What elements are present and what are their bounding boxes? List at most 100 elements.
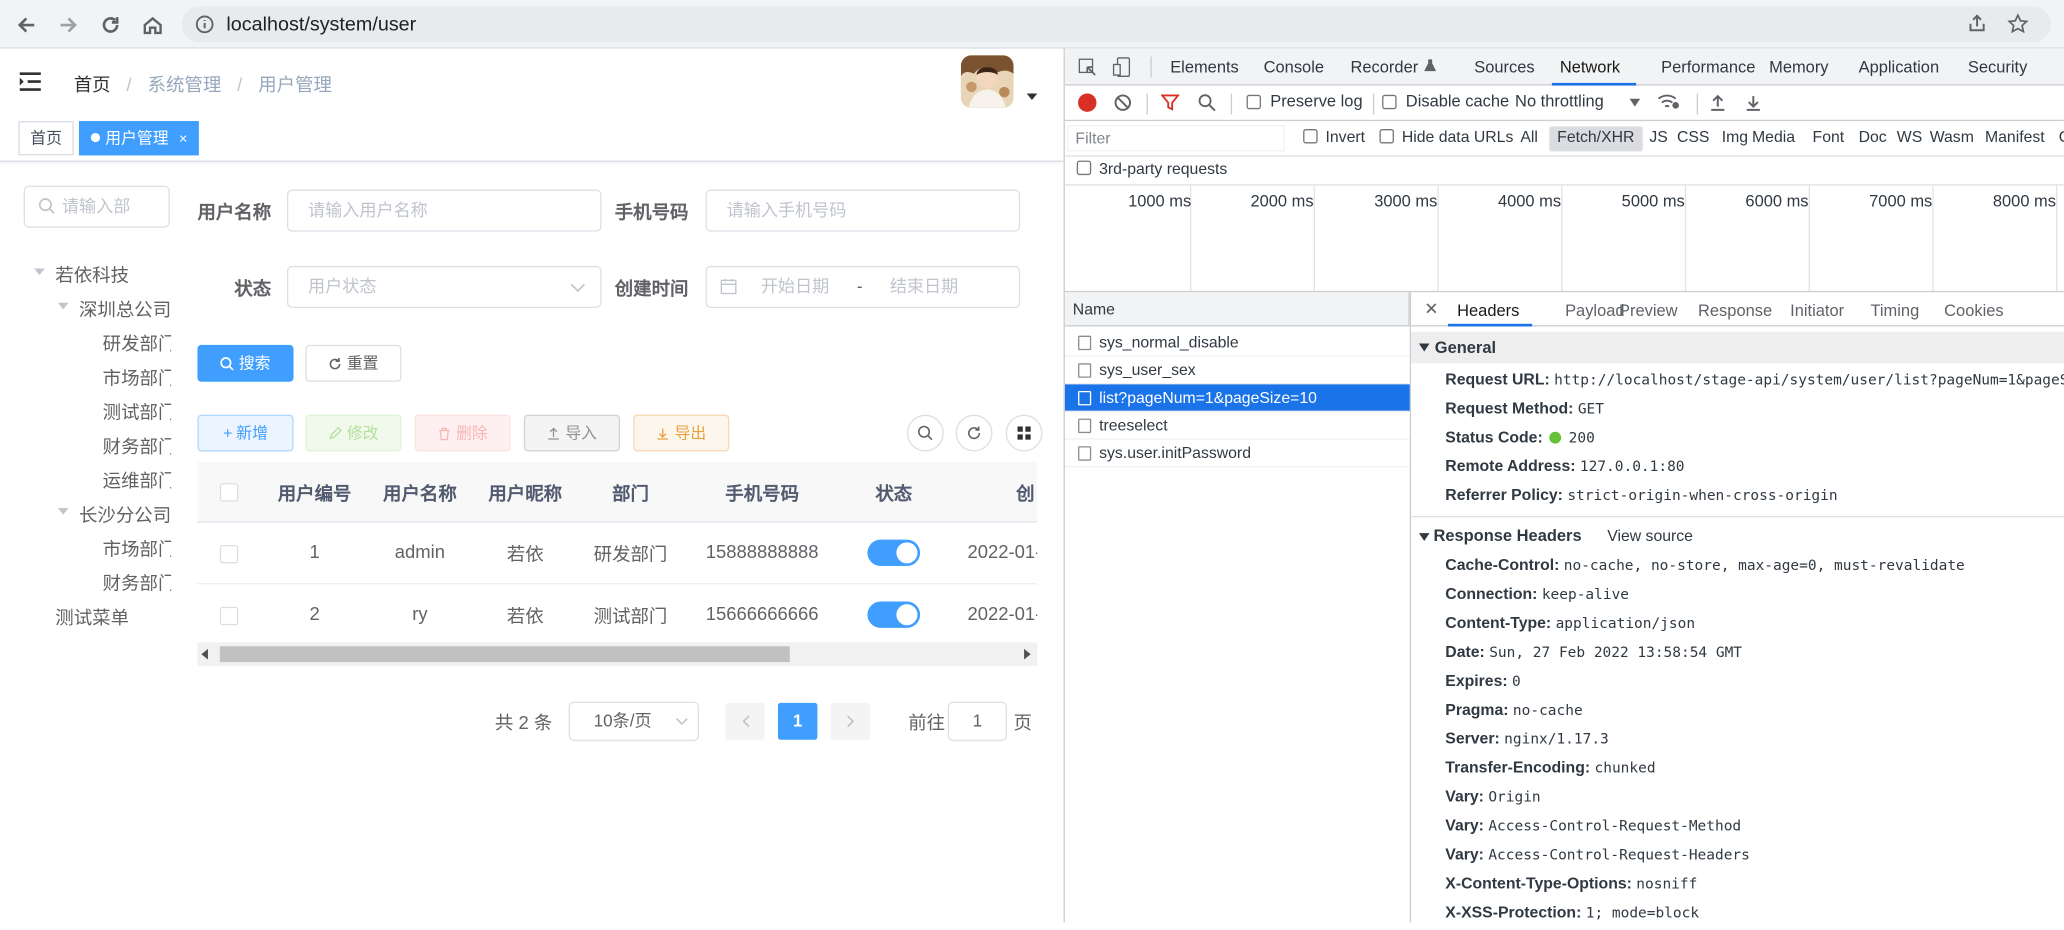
status-switch[interactable] [867, 601, 921, 628]
tree-node[interactable]: 深圳总公司 [79, 296, 171, 322]
tab-performance[interactable]: Performance [1661, 58, 1755, 76]
tree-node[interactable]: 若依科技 [55, 262, 129, 288]
search-button[interactable]: 搜索 [197, 344, 294, 382]
page-number-current[interactable]: 1 [777, 702, 818, 740]
device-toolbar-icon[interactable] [1112, 57, 1132, 78]
filter-media[interactable]: Media [1752, 128, 1795, 146]
scroll-left-icon[interactable] [201, 648, 209, 660]
toggle-search-button[interactable] [906, 414, 944, 452]
tab-network[interactable]: Network [1560, 58, 1620, 76]
filter-icon[interactable] [1160, 93, 1180, 111]
request-row[interactable]: sys_normal_disable [1064, 329, 1410, 357]
avatar[interactable] [960, 55, 1014, 108]
address-bar[interactable]: localhost/system/user [181, 6, 2051, 43]
caret-down-icon[interactable] [1629, 98, 1641, 107]
start-date-placeholder[interactable]: 开始日期 [761, 267, 829, 306]
scrollbar-thumb[interactable] [219, 646, 790, 663]
scroll-right-icon[interactable] [1023, 648, 1031, 660]
end-date-placeholder[interactable]: 结束日期 [890, 267, 958, 306]
next-page-button[interactable] [830, 702, 871, 740]
record-icon[interactable] [1078, 93, 1097, 112]
response-headers-section-header[interactable]: Response Headers View source [1411, 524, 2064, 550]
tab-timing[interactable]: Timing [1870, 301, 1919, 319]
third-party-checkbox[interactable] [1076, 160, 1092, 176]
invert-checkbox[interactable] [1303, 128, 1318, 144]
filter-all[interactable]: All [1520, 128, 1538, 146]
page-size-select[interactable]: 10条/页 [568, 701, 699, 742]
request-row[interactable]: sys.user.initPassword [1064, 440, 1410, 468]
tree-node[interactable]: 测试部门 [103, 399, 171, 425]
general-section-header[interactable]: General [1411, 331, 2064, 364]
tab-elements[interactable]: Elements [1170, 58, 1239, 76]
throttling-select[interactable]: No throttling [1515, 92, 1604, 110]
name-column-header[interactable]: Name [1073, 300, 1115, 318]
filter-fetch-xhr[interactable]: Fetch/XHR [1557, 128, 1634, 146]
status-select[interactable]: 用户状态 [286, 265, 602, 309]
tree-node[interactable]: 财务部门 [103, 570, 171, 596]
bookmark-star-icon[interactable] [2007, 13, 2029, 34]
tree-caret-icon[interactable] [57, 302, 69, 310]
goto-page-input[interactable]: 1 [947, 701, 1007, 742]
tab-cookies[interactable]: Cookies [1944, 301, 2003, 319]
tree-node[interactable]: 市场部门 [103, 536, 171, 562]
forward-icon[interactable] [53, 9, 85, 41]
tab-security[interactable]: Security [1968, 58, 2027, 76]
tab-payload[interactable]: Payload [1565, 301, 1624, 319]
tree-caret-icon[interactable] [57, 508, 69, 515]
close-icon[interactable]: ✕ [1424, 299, 1438, 320]
share-icon[interactable] [1967, 13, 1988, 34]
disable-cache-checkbox[interactable] [1382, 94, 1397, 110]
tree-node[interactable]: 长沙分公司 [79, 502, 171, 528]
tab-application[interactable]: Application [1859, 58, 1940, 76]
refresh-button[interactable] [955, 414, 993, 452]
tree-caret-icon[interactable] [34, 268, 45, 276]
tab-memory[interactable]: Memory [1769, 58, 1828, 76]
tab-console[interactable]: Console [1264, 58, 1324, 76]
tree-node[interactable]: 研发部门 [103, 330, 171, 356]
tree-node[interactable]: 运维部门 [103, 467, 171, 493]
caret-down-icon[interactable] [1026, 93, 1038, 101]
filter-wasm[interactable]: Wasm [1930, 128, 1974, 146]
tab-response[interactable]: Response [1698, 301, 1772, 319]
import-har-icon[interactable] [1710, 93, 1726, 111]
hamburger-icon[interactable] [18, 71, 42, 92]
preserve-log-checkbox[interactable] [1246, 94, 1262, 110]
columns-button[interactable] [1005, 414, 1043, 452]
breadcrumb-system[interactable]: 系统管理 [148, 74, 222, 95]
tab-sources[interactable]: Sources [1474, 58, 1534, 76]
filter-doc[interactable]: Doc [1859, 128, 1887, 146]
request-row[interactable]: treeselect [1064, 412, 1410, 440]
reset-button[interactable]: 重置 [305, 344, 402, 382]
hide-data-urls-checkbox[interactable] [1379, 128, 1394, 144]
import-button[interactable]: 导入 [523, 414, 620, 452]
view-source-link[interactable]: View source [1607, 527, 1693, 545]
reload-icon[interactable] [95, 9, 127, 41]
dept-search-input[interactable]: 请输入部 [23, 185, 170, 228]
add-button[interactable]: + 新增 [197, 414, 294, 452]
tab-initiator[interactable]: Initiator [1790, 301, 1844, 319]
inspect-icon[interactable] [1078, 58, 1098, 78]
search-icon[interactable] [1198, 93, 1216, 112]
filter-other[interactable]: O [2059, 128, 2064, 146]
request-row[interactable]: sys_user_sex [1064, 357, 1410, 385]
filter-input[interactable]: Filter [1067, 125, 1285, 152]
tag-close-icon[interactable]: × [179, 132, 187, 148]
breadcrumb-home[interactable]: 首页 [74, 74, 111, 95]
tree-node[interactable]: 市场部门 [103, 365, 171, 391]
tree-node[interactable]: 测试菜单 [55, 604, 129, 630]
filter-css[interactable]: CSS [1677, 128, 1709, 146]
prev-page-button[interactable] [725, 702, 765, 740]
export-button[interactable]: 导出 [633, 414, 730, 452]
home-icon[interactable] [137, 9, 169, 41]
row-checkbox[interactable] [219, 606, 239, 626]
tab-preview[interactable]: Preview [1619, 301, 1678, 319]
delete-button[interactable]: 删除 [414, 414, 511, 452]
clear-icon[interactable] [1114, 93, 1132, 111]
filter-img[interactable]: Img [1722, 128, 1748, 146]
filter-manifest[interactable]: Manifest [1985, 128, 2045, 146]
tree-node[interactable]: 财务部门 [103, 433, 171, 459]
filter-js[interactable]: JS [1649, 128, 1667, 146]
filter-ws[interactable]: WS [1897, 128, 1922, 146]
network-conditions-icon[interactable] [1657, 92, 1679, 112]
edit-button[interactable]: 修改 [305, 414, 402, 452]
